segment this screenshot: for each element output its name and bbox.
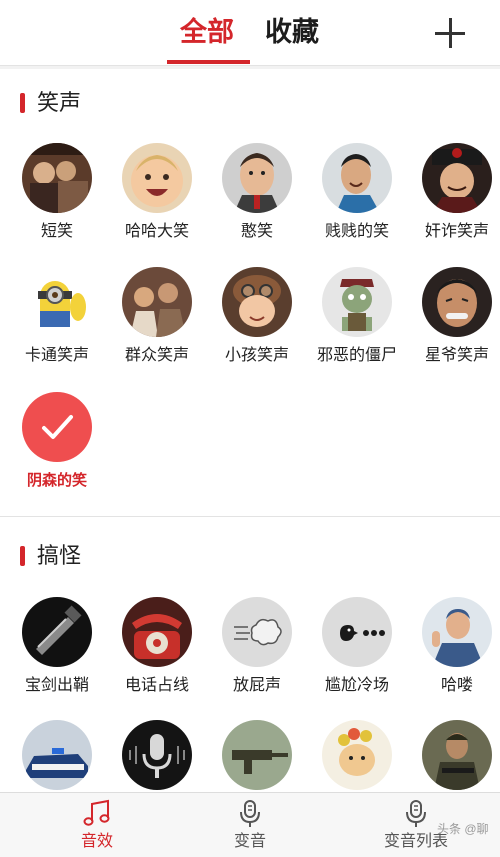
section-title: 笑声 [37,90,82,115]
sound-label: 宝剑出鞘 [24,677,89,694]
section-marker [20,546,25,566]
sound-item-sword-draw[interactable]: 宝剑出鞘 [7,597,107,715]
section-marker [20,93,25,113]
sound-thumbnail [322,720,392,790]
sound-thumbnail [222,597,292,667]
sound-thumbnail [22,267,92,337]
sound-label: 邪恶的僵尸 [316,347,397,364]
sound-item-short-laugh[interactable]: 短笑 [7,143,107,261]
watermark: 头条 @聊 [437,822,489,836]
sound-item-evil-zombie[interactable]: 邪恶的僵尸 [307,267,407,385]
microphone-icon [240,800,260,827]
sound-label: 星爷笑声 [424,347,489,364]
sound-item-fart[interactable]: 放屁声 [207,597,307,715]
sound-label: 短笑 [40,223,73,240]
header-shadow [0,66,500,69]
sound-item-creepy-laugh[interactable]: 阴森的笑 [7,392,107,510]
sound-label: 群众笑声 [124,347,189,364]
nav-sound-effects[interactable]: 音效 [37,793,157,857]
tab-all[interactable]: 全部 [180,14,234,50]
sound-item-silly-laugh[interactable]: 憨笑 [207,143,307,261]
sound-label: 奸诈笑声 [424,223,489,240]
sound-item-crowd-laugh[interactable]: 群众笑声 [107,267,207,385]
tab-favorites[interactable]: 收藏 [265,14,319,50]
active-tab-indicator [167,60,250,64]
sound-thumbnail [422,267,492,337]
sound-item-phone-busy[interactable]: 电话占线 [107,597,207,715]
top-tab-bar: 全部 收藏 [0,0,500,66]
sound-thumbnail [22,720,92,790]
sound-item-xingye-laugh[interactable]: 星爷笑声 [407,267,500,385]
sound-thumbnail [322,267,392,337]
sound-thumbnail [222,720,292,790]
music-note-icon [83,799,110,826]
sound-item-cartoon-laugh[interactable]: 卡通笑声 [7,267,107,385]
sound-thumbnail [222,143,292,213]
bottom-navigation: 音效 变音 变音列表 [0,792,500,857]
checkmark-icon [22,392,92,462]
sound-label: 电话占线 [124,677,189,694]
sound-item-cheeky-laugh[interactable]: 贱贱的笑 [307,143,407,261]
nav-label: 音效 [80,833,113,850]
sound-label: 卡通笑声 [24,347,89,364]
sound-thumbnail [322,597,392,667]
sound-thumbnail [22,143,92,213]
sound-item-sly-laugh[interactable]: 奸诈笑声 [407,143,500,261]
sound-thumbnail [422,597,492,667]
sound-item-big-laugh[interactable]: 哈哈大笑 [107,143,207,261]
sound-label: 放屁声 [232,677,281,694]
microphone-list-icon [406,800,426,827]
sound-label: 哈哈大笑 [124,223,189,240]
sound-item-hello[interactable]: 哈喽 [407,597,500,715]
section-title: 搞怪 [37,543,82,568]
plus-icon[interactable] [433,16,467,50]
sound-thumbnail [122,267,192,337]
section-divider [0,516,500,517]
sound-thumbnail [122,143,192,213]
sound-label: 哈喽 [440,677,473,694]
nav-label: 变音 [233,833,266,850]
sound-thumbnail [222,267,292,337]
sound-thumbnail [422,720,492,790]
sound-label: 贱贱的笑 [324,223,389,240]
sound-thumbnail [122,720,192,790]
sound-label: 憨笑 [240,223,273,240]
sound-item-kid-laugh[interactable]: 小孩笑声 [207,267,307,385]
sound-thumbnail [322,143,392,213]
sound-label-selected: 阴森的笑 [26,472,87,489]
sound-item-awkward-silence[interactable]: 尴尬冷场 [307,597,407,715]
nav-voice-change[interactable]: 变音 [190,793,310,857]
sound-thumbnail [122,597,192,667]
sound-label: 尴尬冷场 [324,677,389,694]
sound-thumbnail [22,597,92,667]
sound-label: 小孩笑声 [224,347,289,364]
sound-thumbnail [422,143,492,213]
